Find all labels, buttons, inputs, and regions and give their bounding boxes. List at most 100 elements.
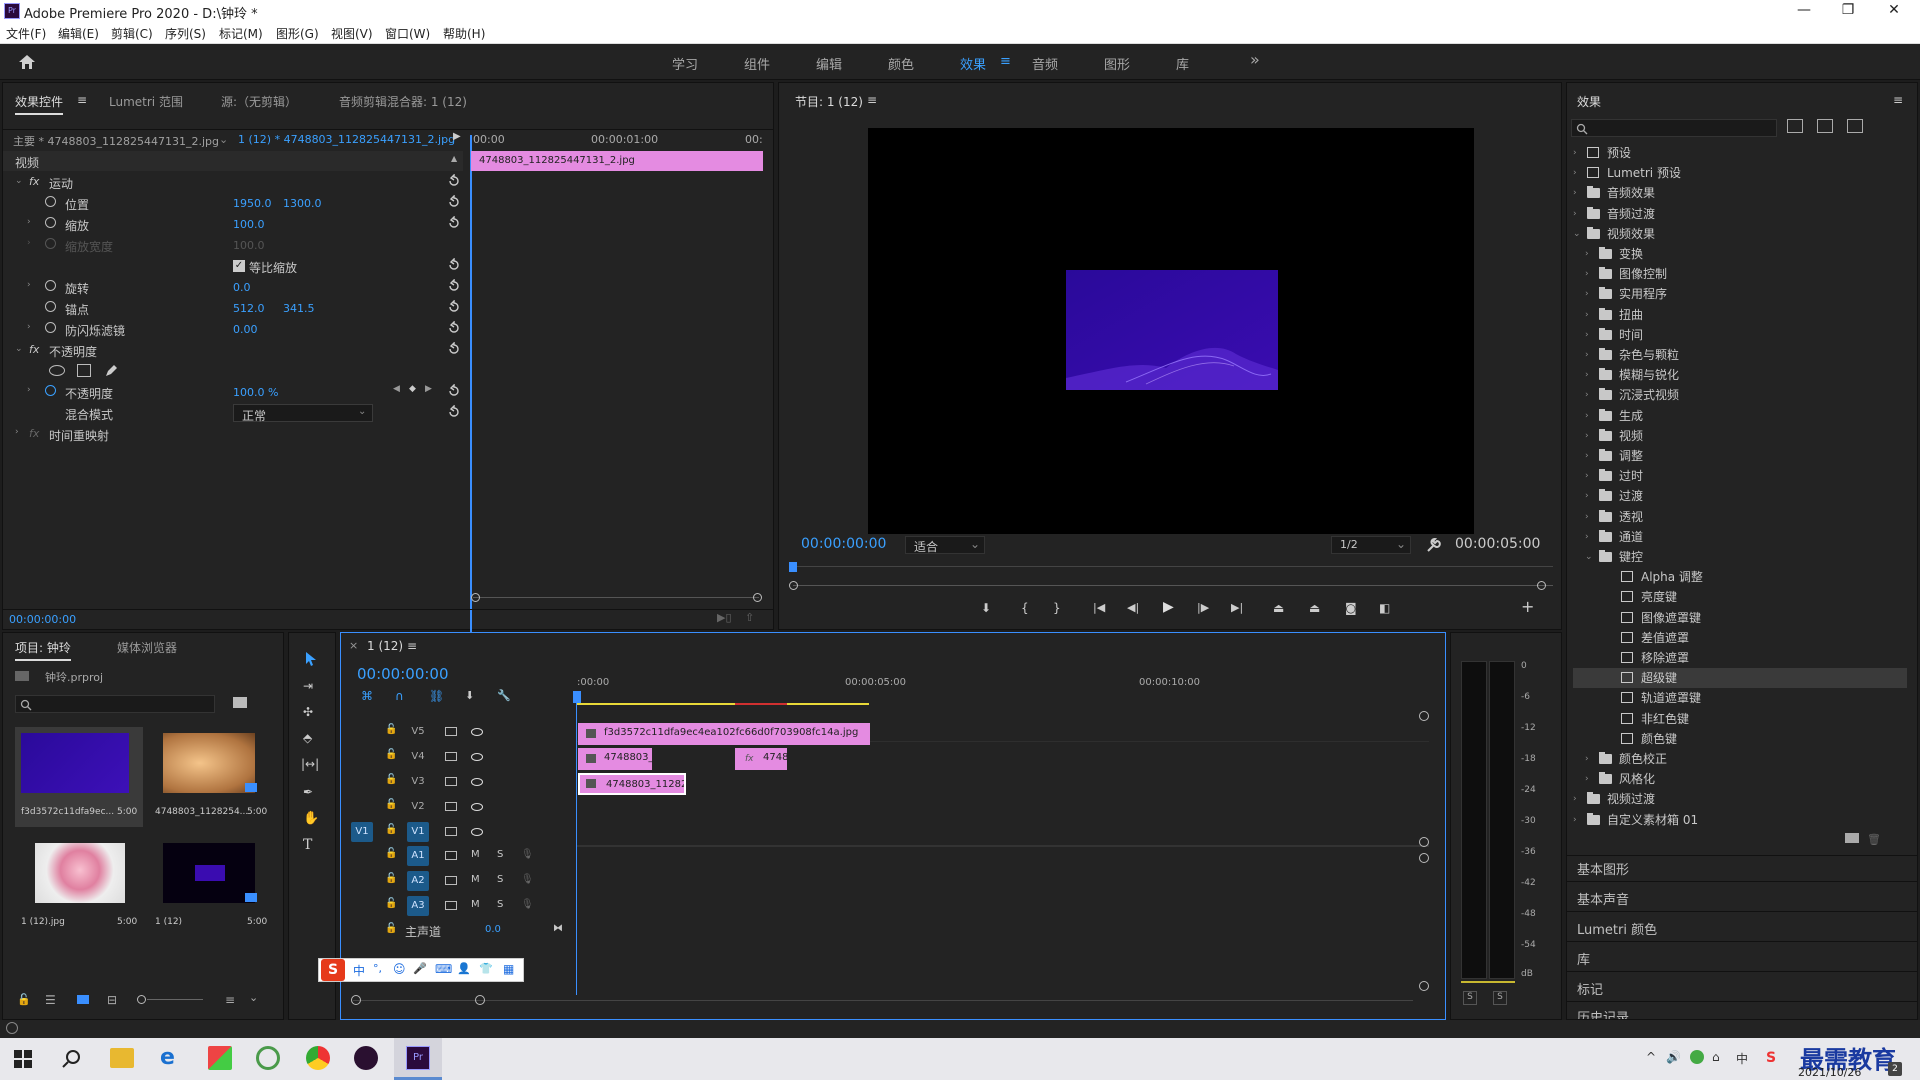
meter-solo-left[interactable]: S	[1463, 991, 1477, 1005]
chevron-right-icon[interactable]: ›	[1585, 345, 1589, 365]
effects-tree-item[interactable]: › 杂色与颗粒	[1573, 345, 1907, 365]
input-method-icon[interactable]: 中	[1736, 1050, 1748, 1067]
status-icon[interactable]	[6, 1022, 18, 1034]
chevron-right-icon[interactable]: ›	[1585, 486, 1589, 506]
tab-source[interactable]: 源:（无剪辑）	[221, 93, 297, 110]
lock-icon[interactable]: 🔓	[385, 824, 397, 835]
mark-out-icon[interactable]: }	[1053, 601, 1061, 615]
eye-icon[interactable]	[471, 778, 483, 786]
eye-icon[interactable]	[471, 828, 483, 836]
track-label[interactable]: A1	[407, 846, 429, 866]
ime-skin-icon[interactable]: 👕	[479, 962, 493, 975]
effects-tree-item[interactable]: › 风格化	[1573, 769, 1907, 789]
project-item[interactable]: 4748803_1128254... 5:00	[149, 727, 277, 827]
chevron-right-icon[interactable]: ›	[1585, 446, 1589, 466]
expand-opacity-chevron[interactable]: ⌄	[15, 344, 23, 354]
sync-lock-icon[interactable]	[445, 851, 457, 860]
effects-tree-item[interactable]: 颜色键	[1573, 729, 1907, 749]
effects-tree-item[interactable]: Alpha 调整	[1573, 567, 1907, 587]
vertical-zoom-handle[interactable]	[1419, 853, 1429, 863]
app-icon[interactable]	[354, 1046, 378, 1070]
pen-tool-icon[interactable]: ✒	[303, 785, 313, 799]
menu-file[interactable]: 文件(F)	[6, 25, 46, 42]
timeline-tab[interactable]: 1 (12)	[367, 639, 403, 653]
program-zoom-bar[interactable]	[793, 585, 1553, 586]
stopwatch-icon[interactable]	[45, 280, 56, 291]
track-select-tool-icon[interactable]: ⇥	[303, 679, 313, 693]
chevron-right-icon[interactable]: ›	[1573, 143, 1577, 163]
uniform-scale-checkbox[interactable]: ✓	[233, 260, 245, 272]
effects-tree-item[interactable]: › 实用程序	[1573, 284, 1907, 304]
stopwatch-icon[interactable]	[45, 196, 56, 207]
ie-browser-icon[interactable]	[256, 1046, 280, 1070]
effects-tree-item[interactable]: 轨道遮罩键	[1573, 688, 1907, 708]
menu-marker[interactable]: 标记(M)	[219, 25, 263, 42]
sequence-clip-link[interactable]: 1 (12) * 4748803_112825447131_2.jpg	[238, 133, 455, 146]
chevron-right-icon[interactable]: ›	[1585, 325, 1589, 345]
chevron-down-icon[interactable]: ⌄	[219, 133, 228, 146]
effect-controls-menu-icon[interactable]: ≡	[77, 93, 87, 107]
camera-icon[interactable]: ◙	[1345, 601, 1357, 615]
sync-lock-icon[interactable]	[445, 727, 457, 736]
zoom-handle-left[interactable]	[789, 581, 798, 590]
effects-panel-title[interactable]: 效果	[1577, 93, 1601, 110]
zoom-scrollbar[interactable]	[473, 597, 759, 598]
effects-tree-item[interactable]: ⌄ 视频效果	[1573, 224, 1907, 244]
track-label[interactable]: V5	[407, 722, 429, 742]
track-label[interactable]: V1	[407, 822, 429, 842]
timeline-scrollbar[interactable]	[353, 1000, 1413, 1001]
chevron-down-icon[interactable]: ⌄	[249, 991, 258, 1004]
chevron-right-icon[interactable]: ›	[1585, 527, 1589, 547]
new-bin-icon[interactable]	[1845, 833, 1859, 843]
panel-history[interactable]: 历史记录	[1577, 1007, 1629, 1019]
track-label[interactable]: V4	[407, 747, 429, 767]
ime-chinese-mode[interactable]: 中	[353, 962, 365, 979]
program-timecode[interactable]: 00:00:00:00	[801, 536, 886, 552]
effects-tree-item[interactable]: › 生成	[1573, 406, 1907, 426]
menu-edit[interactable]: 编辑(E)	[58, 25, 99, 42]
razor-tool-icon[interactable]: ⬘	[303, 731, 312, 745]
icon-view-icon[interactable]	[77, 995, 89, 1004]
lift-icon[interactable]: ⏏	[1273, 601, 1284, 615]
effects-tree-item[interactable]: › 通道	[1573, 527, 1907, 547]
anchor-x-value[interactable]: 512.0	[233, 302, 265, 315]
effects-tree-item[interactable]: › 颜色校正	[1573, 749, 1907, 769]
program-playhead[interactable]	[789, 562, 797, 572]
tab-project[interactable]: 项目: 钟玲	[15, 639, 71, 661]
panel-markers[interactable]: 标记	[1577, 979, 1603, 998]
close-tab-icon[interactable]: ×	[349, 639, 358, 652]
tab-lumetri-scopes[interactable]: Lumetri 范围	[109, 93, 183, 110]
lock-icon[interactable]: 🔓	[385, 774, 397, 785]
yuv-effects-icon[interactable]	[1847, 119, 1863, 133]
mute-button[interactable]: M	[471, 849, 480, 860]
chevron-right-icon[interactable]: ›	[1585, 406, 1589, 426]
eye-icon[interactable]	[471, 803, 483, 811]
lock-icon[interactable]: 🔓	[385, 724, 397, 735]
effects-search-input[interactable]	[1571, 119, 1777, 137]
reset-icon[interactable]	[447, 195, 461, 209]
ellipse-mask-icon[interactable]	[49, 365, 65, 376]
chevron-right-icon[interactable]: ›	[1573, 789, 1577, 809]
linked-selection-icon[interactable]: ⛓	[429, 689, 444, 703]
position-x-value[interactable]: 1950.0	[233, 197, 272, 210]
fx-icon[interactable]: fx	[29, 343, 39, 356]
vertical-zoom-handle[interactable]	[1419, 711, 1429, 721]
lock-icon[interactable]: 🔓	[385, 848, 397, 859]
chevron-right-icon[interactable]: ›	[1585, 305, 1589, 325]
delete-icon[interactable]: 🗑	[1867, 833, 1881, 846]
chevron-right-icon[interactable]: ›	[1585, 284, 1589, 304]
reset-icon[interactable]	[447, 342, 461, 356]
zoom-handle-right[interactable]	[753, 593, 762, 602]
blend-mode-select[interactable]: 正常 ⌄	[233, 404, 373, 423]
volume-icon[interactable]: 🔊	[1666, 1050, 1681, 1064]
chevron-right-icon[interactable]: ›	[1585, 426, 1589, 446]
menu-graphics[interactable]: 图形(G)	[276, 25, 319, 42]
chevron-right-icon[interactable]: ›	[1585, 244, 1589, 264]
selection-tool-icon[interactable]	[303, 651, 319, 667]
collapse-icon[interactable]: ▲	[451, 154, 457, 163]
go-to-in-icon[interactable]: |◀	[1093, 601, 1105, 614]
timeline-settings-icon[interactable]: 🔧	[497, 689, 511, 702]
freeform-view-icon[interactable]: ⊟	[107, 993, 117, 1007]
vertical-zoom-handle[interactable]	[1419, 837, 1429, 847]
reset-icon[interactable]	[447, 216, 461, 230]
